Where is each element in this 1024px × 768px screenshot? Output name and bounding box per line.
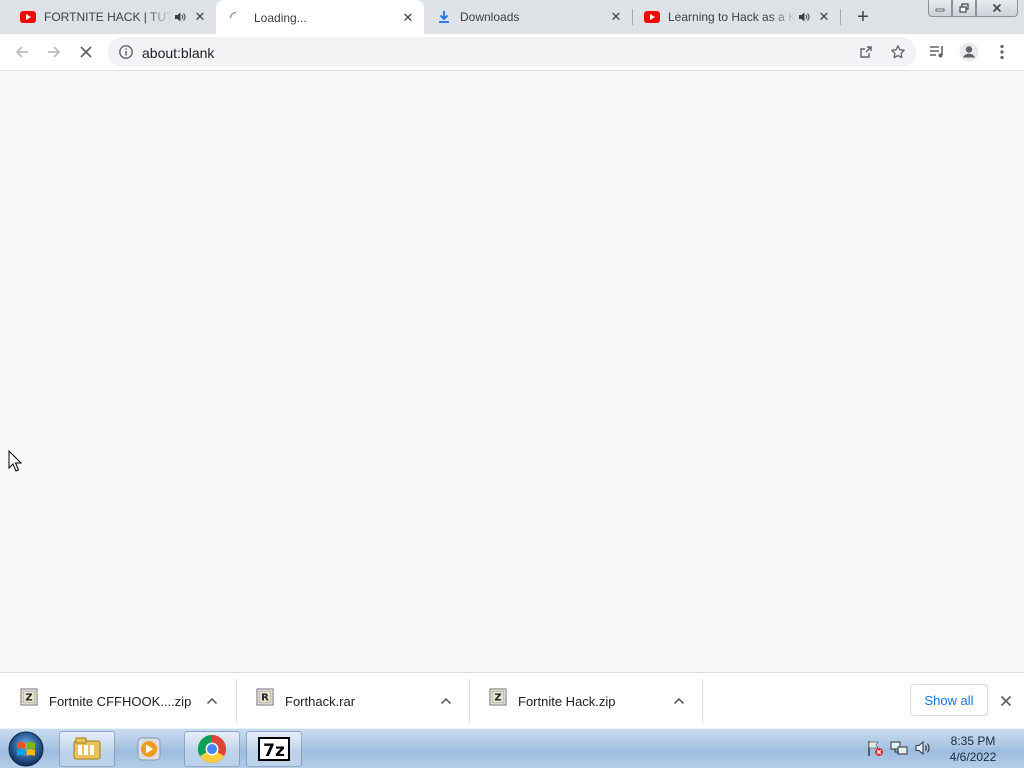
media-control-icon[interactable] — [927, 42, 947, 62]
clock-time: 8:35 PM — [950, 734, 996, 748]
action-center-flag-icon[interactable] — [866, 739, 884, 757]
mouse-cursor-icon — [8, 449, 23, 477]
tab-title: Learning to Hack as a Kid — [668, 10, 796, 24]
info-icon[interactable] — [118, 44, 134, 60]
browser-toolbar: about:blank — [0, 34, 1024, 71]
tab-fortnite-hack[interactable]: FORTNITE HACK | TUTORIAL ✕ — [0, 0, 216, 34]
chrome-icon — [198, 735, 226, 763]
tab-strip: FORTNITE HACK | TUTORIAL ✕ Loading... ✕ … — [0, 0, 1024, 35]
tab-title: FORTNITE HACK | TUTORIAL — [44, 10, 172, 24]
start-button[interactable] — [6, 730, 46, 768]
chevron-up-icon[interactable] — [439, 694, 453, 708]
windows-taskbar: 7z 8:35 PM 4/6/2022 — [0, 728, 1024, 768]
taskbar-chrome[interactable] — [184, 731, 240, 767]
stop-loading-button[interactable] — [74, 40, 98, 64]
tab-title: Downloads — [460, 10, 520, 24]
tab-separator — [840, 9, 841, 25]
network-icon[interactable] — [890, 739, 908, 757]
taskbar-media-player[interactable] — [121, 731, 177, 767]
bookmark-star-icon[interactable] — [890, 44, 906, 60]
download-item[interactable]: Z Fortnite CFFHOOK....zip — [0, 679, 236, 723]
file-explorer-icon — [73, 737, 101, 760]
rar-archive-icon: R — [256, 688, 274, 706]
speaker-icon[interactable] — [172, 9, 188, 25]
download-filename: Fortnite CFFHOOK....zip — [49, 693, 192, 709]
svg-text:Z: Z — [494, 693, 501, 704]
tab-title: Loading... — [254, 10, 307, 25]
download-icon — [436, 9, 452, 25]
chevron-up-icon[interactable] — [672, 694, 686, 708]
window-controls — [928, 0, 1018, 18]
youtube-icon — [20, 9, 36, 25]
zip-archive-icon: Z — [20, 688, 38, 706]
menu-kebab-icon[interactable] — [992, 42, 1012, 62]
close-tab-icon[interactable]: ✕ — [192, 9, 208, 25]
chevron-up-icon[interactable] — [205, 694, 219, 708]
download-item[interactable]: Z Fortnite Hack.zip — [469, 679, 702, 723]
download-separator — [702, 679, 703, 723]
restore-button[interactable] — [952, 0, 976, 17]
taskbar-7zip[interactable]: 7z — [246, 731, 302, 767]
url-text: about:blank — [142, 45, 215, 61]
tab-loading[interactable]: Loading... ✕ — [216, 0, 424, 35]
tab-learning-to-hack[interactable]: Learning to Hack as a Kid ✕ — [632, 0, 840, 34]
volume-icon[interactable] — [914, 739, 932, 757]
media-player-icon — [137, 737, 161, 761]
clock-date: 4/6/2022 — [949, 750, 997, 764]
svg-text:R: R — [261, 693, 269, 704]
minimize-button[interactable] — [928, 0, 952, 17]
7zip-icon: 7z — [258, 737, 290, 761]
page-content — [0, 71, 1024, 672]
download-filename: Forthack.rar — [285, 693, 356, 709]
svg-text:7z: 7z — [263, 741, 285, 761]
close-tab-icon[interactable]: ✕ — [400, 10, 416, 26]
new-tab-button[interactable]: + — [852, 6, 874, 28]
share-icon[interactable] — [858, 44, 874, 60]
address-bar[interactable]: about:blank — [108, 37, 916, 67]
loading-spinner-icon — [228, 10, 244, 26]
close-downloads-bar-icon[interactable] — [996, 691, 1016, 711]
close-window-button[interactable] — [976, 0, 1018, 17]
svg-text:Z: Z — [25, 693, 32, 704]
download-item[interactable]: R Forthack.rar — [236, 679, 469, 723]
download-filename: Fortnite Hack.zip — [518, 693, 616, 709]
tab-downloads[interactable]: Downloads ✕ — [424, 0, 632, 34]
show-all-button[interactable]: Show all — [910, 684, 988, 716]
taskbar-file-explorer[interactable] — [59, 731, 115, 767]
back-button[interactable] — [10, 40, 34, 64]
downloads-bar: Z Fortnite CFFHOOK....zip R Forthack.rar… — [0, 672, 1024, 728]
close-tab-icon[interactable]: ✕ — [608, 9, 624, 25]
forward-button[interactable] — [42, 40, 66, 64]
zip-archive-icon: Z — [489, 688, 507, 706]
system-clock[interactable]: 8:35 PM 4/6/2022 — [940, 733, 1006, 765]
profile-avatar-icon[interactable] — [959, 42, 979, 62]
close-tab-icon[interactable]: ✕ — [816, 9, 832, 25]
youtube-icon — [644, 9, 660, 25]
speaker-icon[interactable] — [796, 9, 812, 25]
